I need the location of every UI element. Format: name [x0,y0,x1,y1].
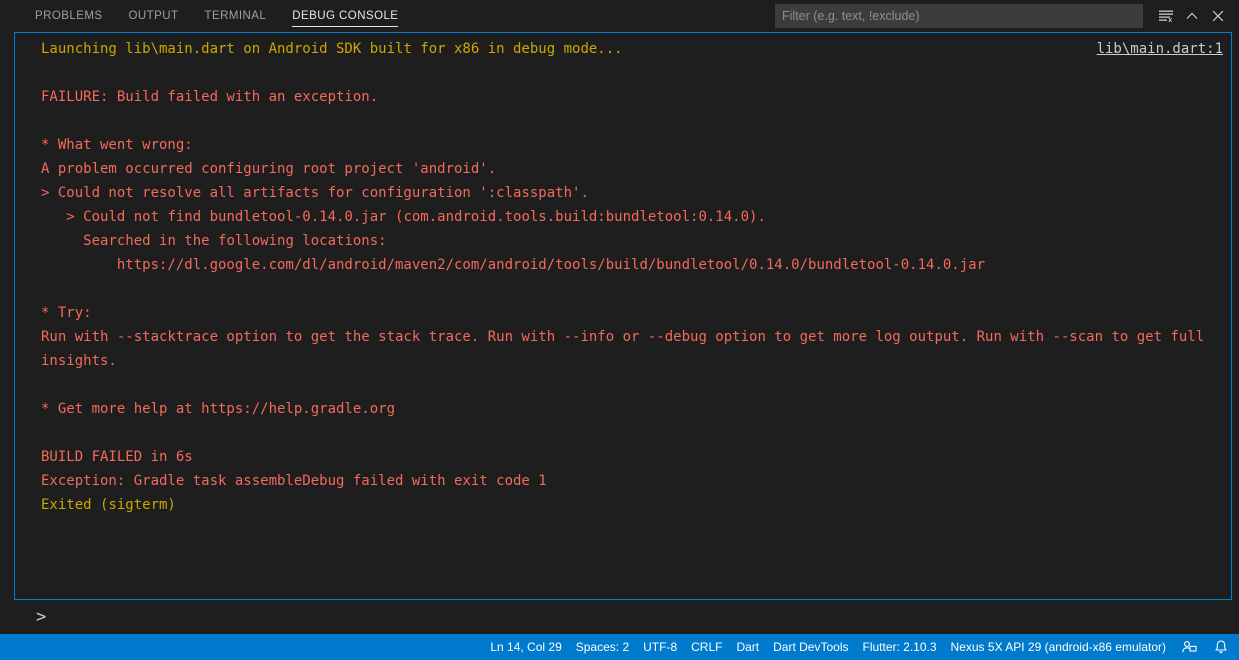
panel-header: PROBLEMS OUTPUT TERMINAL DEBUG CONSOLE x [0,0,1239,32]
debug-console-output[interactable]: Launching lib\main.dart on Android SDK b… [14,32,1232,600]
console-line: > Could not resolve all artifacts for co… [15,181,1231,205]
debug-console-repl[interactable]: > [14,600,1232,634]
console-line: FAILURE: Build failed with an exception. [15,85,1231,109]
status-bar-item-label: Nexus 5X API 29 (android-x86 emulator) [950,640,1166,654]
console-line-text: Run with --stacktrace option to get the … [41,329,1213,369]
status-bar: Ln 14, Col 29 Spaces: 2 UTF-8 CRLF Dart Dart … [0,634,1239,660]
console-line-text: https://dl.google.com/dl/android/maven2/… [41,257,986,273]
clear-console-icon: x [1158,8,1174,24]
status-eol[interactable]: CRLF [684,634,729,660]
status-device[interactable]: Nexus 5X API 29 (android-x86 emulator) [944,634,1173,660]
status-bar-item-label: Flutter: 2.10.3 [862,640,937,654]
status-language-mode[interactable]: Dart [729,634,766,660]
console-line: Exited (sigterm) [15,493,1231,517]
console-line: Exception: Gradle task assembleDebug fai… [15,469,1231,493]
filter-box[interactable] [775,4,1143,28]
panel-tab-output[interactable]: OUTPUT [116,0,192,32]
bell-icon[interactable] [1205,634,1237,660]
debug-console-panel: Launching lib\main.dart on Android SDK b… [0,32,1239,634]
console-line: BUILD FAILED in 6s [15,445,1231,469]
status-encoding[interactable]: UTF-8 [636,634,684,660]
status-bar-item-label: Ln 14, Col 29 [490,640,562,654]
maximize-panel-button[interactable] [1179,3,1205,29]
console-line: Searched in the following locations: [15,229,1231,253]
console-source-link[interactable]: lib\main.dart:1 [1097,37,1223,61]
console-line-list: Launching lib\main.dart on Android SDK b… [15,33,1231,517]
status-cursor-position[interactable]: Ln 14, Col 29 [483,634,568,660]
console-line: Run with --stacktrace option to get the … [15,325,1231,373]
close-icon [1210,8,1226,24]
remote-session-icon[interactable] [1173,634,1205,660]
console-line: * What went wrong: [15,133,1231,157]
panel-tab-terminal[interactable]: TERMINAL [192,0,280,32]
panel-tab-label: PROBLEMS [35,10,103,22]
close-panel-button[interactable] [1205,3,1231,29]
repl-prompt-chevron-icon: > [36,606,47,627]
console-line-text: A problem occurred configuring root proj… [41,161,497,177]
console-line: https://dl.google.com/dl/android/maven2/… [15,253,1231,277]
vscode-panel-window: PROBLEMS OUTPUT TERMINAL DEBUG CONSOLE x [0,0,1239,660]
console-line-text: * What went wrong: [41,137,193,153]
panel-tab-label: TERMINAL [204,10,267,22]
console-line: A problem occurred configuring root proj… [15,157,1231,181]
console-line: * Try: [15,301,1231,325]
clear-console-button[interactable]: x [1153,3,1179,29]
console-line-text: > Could not resolve all artifacts for co… [41,185,589,201]
status-bar-item-label: Spaces: 2 [575,640,630,654]
bell-icon [1215,640,1227,654]
status-bar-item-label: UTF-8 [643,640,678,654]
panel-tabs: PROBLEMS OUTPUT TERMINAL DEBUG CONSOLE [0,0,411,32]
filter-input[interactable] [776,9,1142,23]
repl-input[interactable] [54,609,1232,625]
console-line-text: Searched in the following locations: [41,233,387,249]
status-bar-item-label: Dart DevTools [773,640,849,654]
panel-tab-label: OUTPUT [128,10,179,22]
panel-tab-debug-console[interactable]: DEBUG CONSOLE [279,0,411,32]
console-line-text: Exited (sigterm) [41,497,176,513]
panel-tab-label: DEBUG CONSOLE [292,10,399,22]
console-line-text: BUILD FAILED in 6s [41,449,193,465]
console-line-text: Launching lib\main.dart on Android SDK b… [41,41,623,57]
status-bar-item-label: Dart [736,640,760,654]
panel-header-actions: x [775,0,1239,32]
svg-text:x: x [1168,17,1172,24]
console-line: * Get more help at https://help.gradle.o… [15,397,1231,421]
console-line-text: FAILURE: Build failed with an exception. [41,89,379,105]
remote-session-icon [1182,641,1197,653]
console-line-text: Exception: Gradle task assembleDebug fai… [41,473,547,489]
console-line-text: > Could not find bundletool-0.14.0.jar (… [41,209,766,225]
console-line: Launching lib\main.dart on Android SDK b… [15,37,1231,61]
status-bar-item-label: CRLF [691,640,723,654]
console-line-text: * Get more help at https://help.gradle.o… [41,401,396,417]
panel-action-buttons: x [1153,3,1239,29]
panel-tab-problems[interactable]: PROBLEMS [22,0,116,32]
chevron-up-icon [1184,8,1200,24]
status-indentation[interactable]: Spaces: 2 [569,634,636,660]
status-flutter-version[interactable]: Flutter: 2.10.3 [856,634,944,660]
status-dart-devtools[interactable]: Dart DevTools [766,634,855,660]
console-line-text: * Try: [41,305,92,321]
console-line: > Could not find bundletool-0.14.0.jar (… [15,205,1231,229]
